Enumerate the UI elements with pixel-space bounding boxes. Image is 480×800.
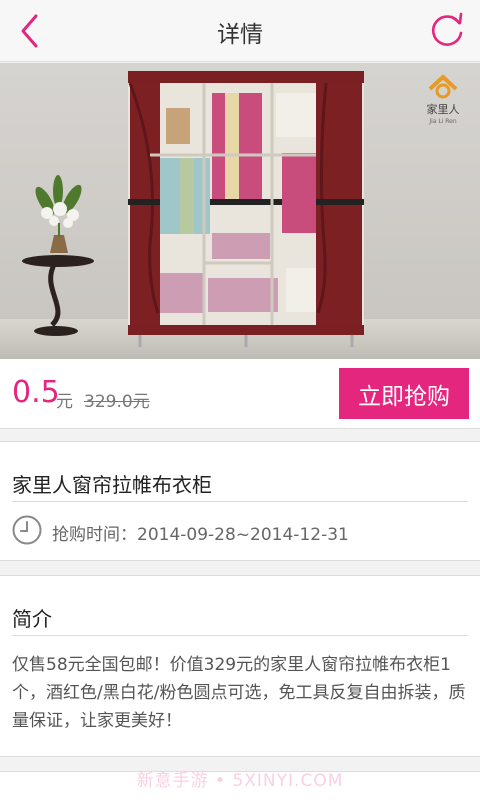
- brand-logo-subtext: Jia Li Ren: [428, 118, 457, 125]
- clock-icon: [12, 515, 42, 545]
- page-title: 详情: [217, 22, 263, 48]
- buy-now-button[interactable]: 立即抢购: [339, 368, 469, 419]
- app-header: 详情: [0, 0, 480, 62]
- price-unit: 元: [56, 392, 73, 412]
- wardrobe-photo: 家里人 Jia Li Ren: [0, 63, 480, 359]
- product-info-card: 家里人窗帘拉帷布衣柜 抢购时间：2014-09-28~2014-12-31: [0, 441, 480, 561]
- intro-card: 简介 仅售58元全国包邮！价值329元的家里人窗帘拉帷布衣柜1个，酒红色/黑白花…: [0, 575, 480, 757]
- original-price: 329.0元: [84, 392, 150, 412]
- watermark: 新意手游 • 5XINYI.COM: [136, 771, 344, 791]
- refresh-icon: [431, 12, 463, 46]
- product-name: 家里人窗帘拉帷布衣柜: [12, 473, 212, 497]
- divider: [12, 501, 468, 502]
- brand-logo-text: 家里人: [427, 102, 460, 116]
- divider: [12, 635, 468, 636]
- product-image[interactable]: 家里人 Jia Li Ren: [0, 63, 480, 359]
- sale-time: 抢购时间：2014-09-28~2014-12-31: [52, 525, 349, 545]
- wardrobe: [128, 71, 364, 347]
- current-price: 0.5: [12, 375, 60, 410]
- refresh-button[interactable]: [428, 12, 466, 50]
- intro-title: 简介: [12, 607, 52, 631]
- intro-text: 仅售58元全国包邮！价值329元的家里人窗帘拉帷布衣柜1个，酒红色/黑白花/粉色…: [12, 655, 466, 731]
- price-bar: 0.5 元 329.0元 立即抢购: [0, 359, 480, 429]
